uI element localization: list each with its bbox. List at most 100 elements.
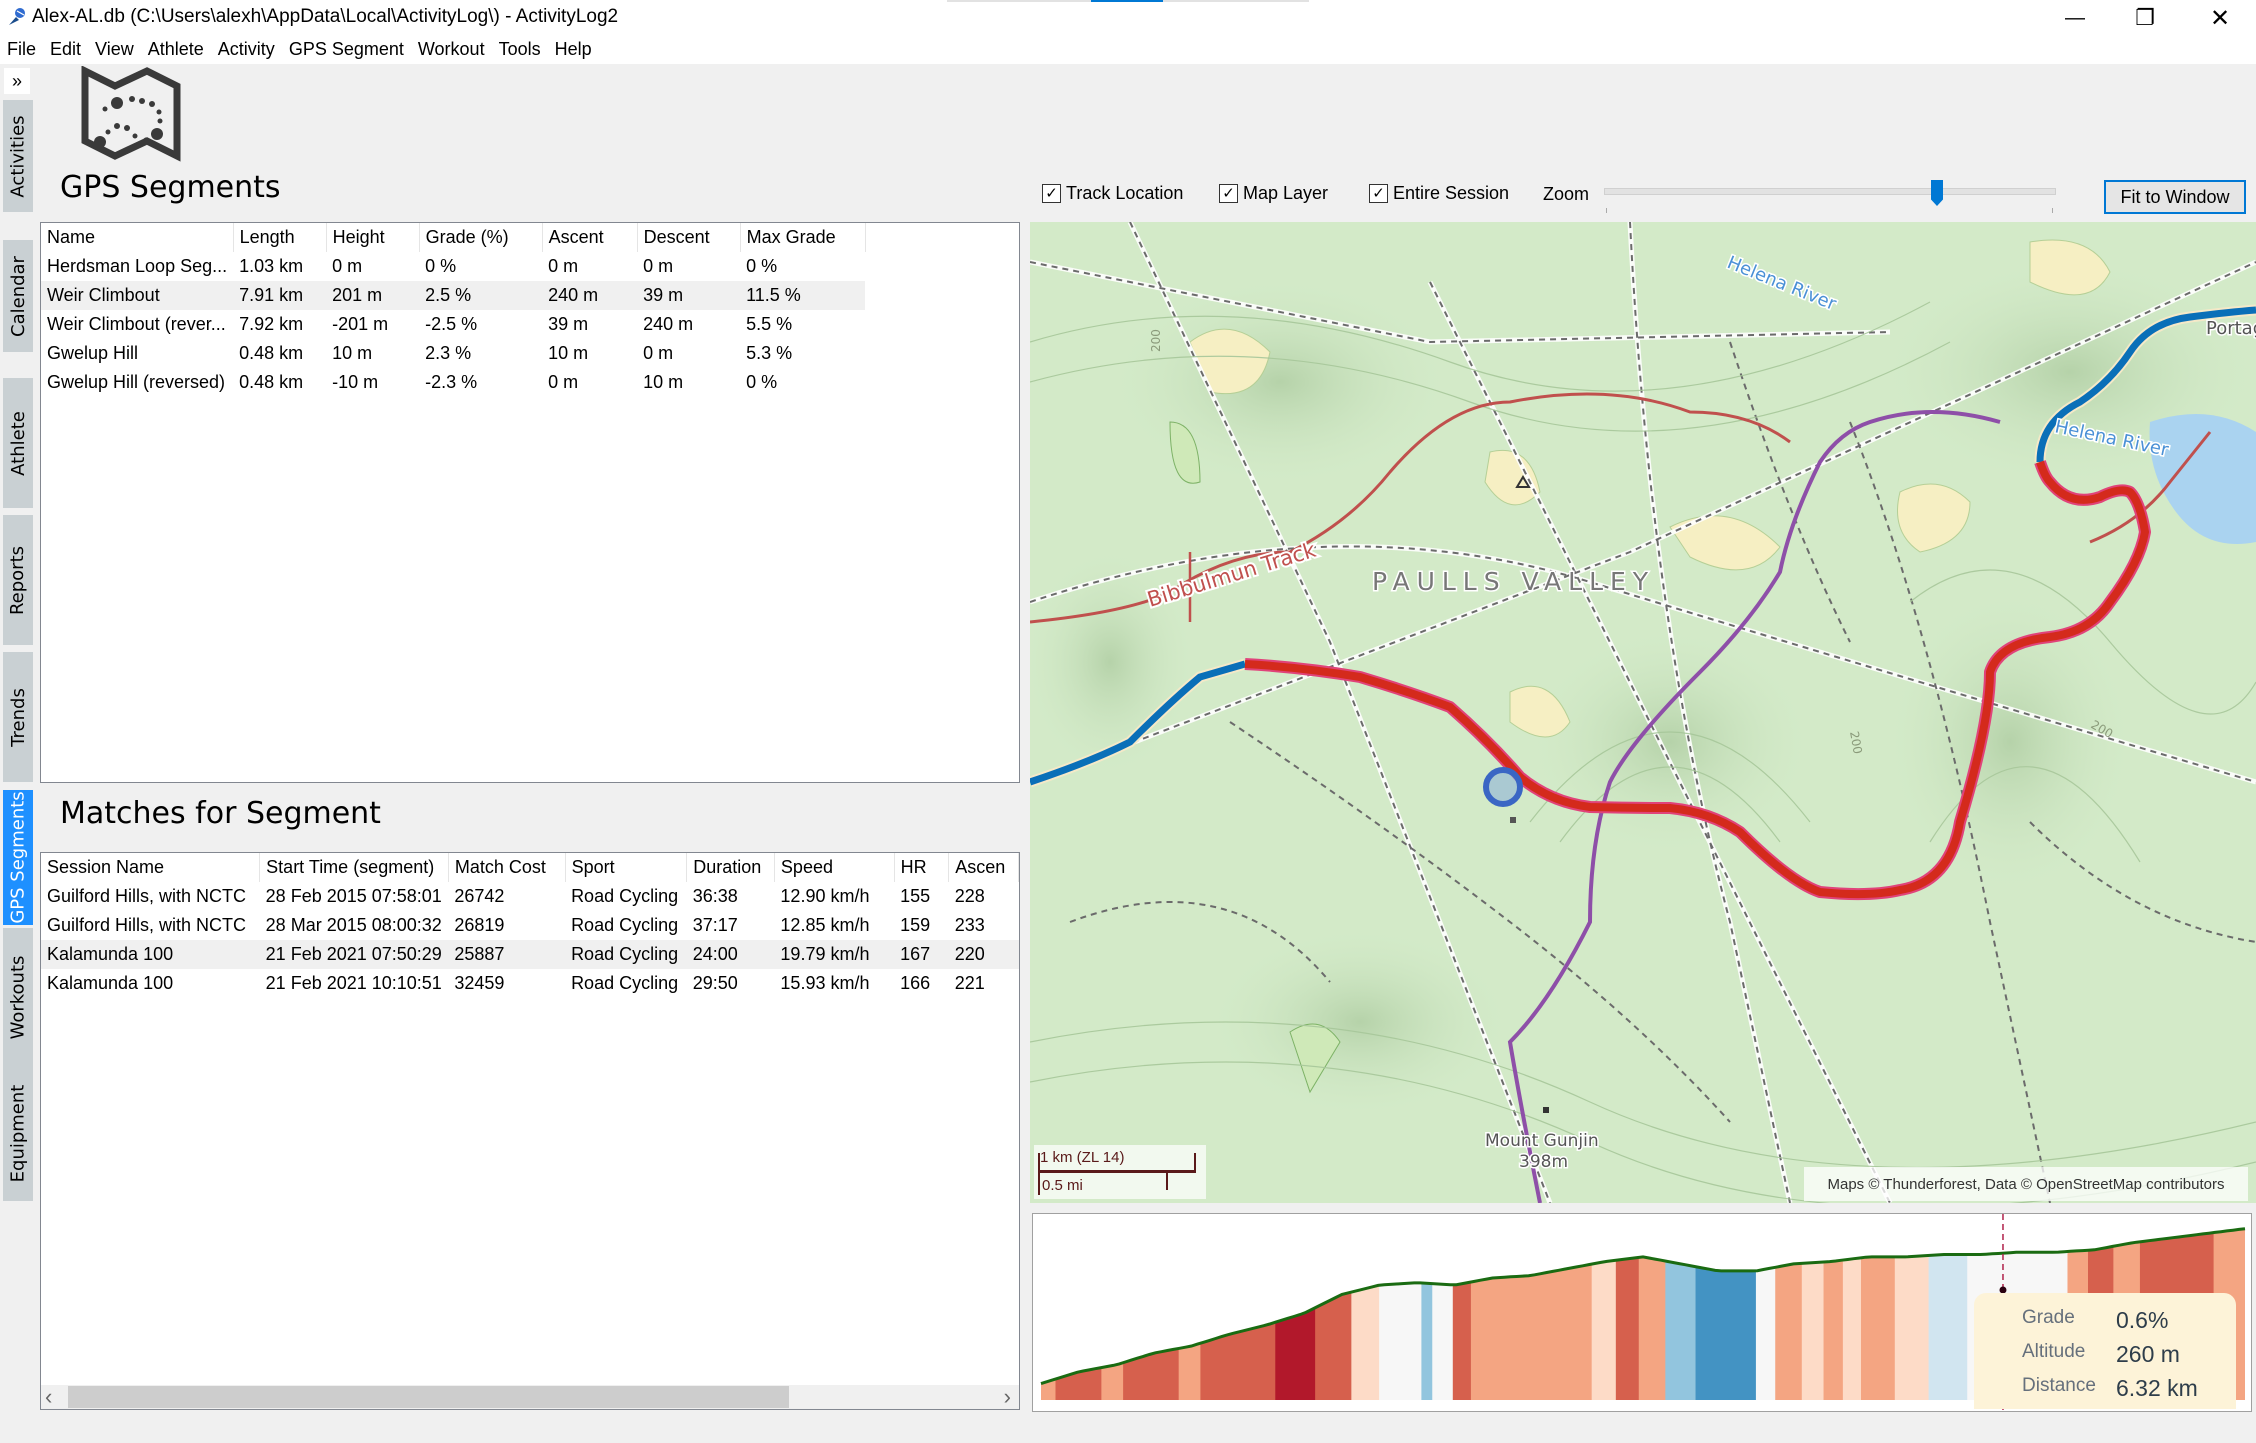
grade-label: Grade xyxy=(2022,1307,2075,1328)
table-cell: Guilford Hills, with NCTC xyxy=(47,886,247,906)
column-header[interactable]: Descent xyxy=(637,223,741,252)
table-row[interactable]: Weir Climbout 7.91 km 201 m 2.5 % 240 m 39 m1… xyxy=(41,281,866,310)
menu-view[interactable]: View xyxy=(88,36,141,64)
tab-calendar[interactable]: Calendar xyxy=(3,240,33,352)
map-attribution: Maps © Thunderforest, Data © OpenStreetM… xyxy=(1804,1167,2248,1201)
tab-trends[interactable]: Trends xyxy=(3,652,33,782)
app-icon xyxy=(9,8,25,25)
restore-button[interactable]: ❐ xyxy=(2110,0,2180,36)
table-row[interactable]: Kalamunda 100 21 Feb 2021 07:50:29 25887 Ro… xyxy=(41,940,1019,969)
table-cell: -201 m xyxy=(332,314,389,334)
table-cell: 2.3 % xyxy=(425,343,472,363)
zoom-slider-thumb[interactable] xyxy=(1931,180,1943,206)
menu-tools[interactable]: Tools xyxy=(492,36,548,64)
table-cell: Weir Climbout xyxy=(41,281,234,310)
tab-activities[interactable]: Activities xyxy=(3,100,33,212)
table-cell: 10 m xyxy=(643,372,684,392)
table-row[interactable]: Guilford Hills, with NCTC 28 Feb 2015 07:… xyxy=(41,882,1019,911)
column-header[interactable]: Speed xyxy=(774,853,895,882)
paulls-valley-label: PAULLS VALLEY xyxy=(1372,567,1655,596)
table-row[interactable]: Herdsman Loop Seg... 1.03 km 0 m 0 % 0 m 0 m 0… xyxy=(41,252,865,281)
tab-equipment[interactable]: Equipment xyxy=(3,1066,33,1201)
menu-help[interactable]: Help xyxy=(548,36,599,64)
table-cell: 32459 xyxy=(454,973,505,993)
table-row[interactable]: Gwelup Hill (reversed) 0.48 km -10 m -2.3 %… xyxy=(41,368,865,397)
table-cell: Herdsman Loop Seg... xyxy=(47,256,228,276)
tab-athlete[interactable]: Athlete xyxy=(3,378,33,508)
grade-value: 0.6% xyxy=(2116,1307,2169,1333)
grade-band xyxy=(1928,1228,1968,1400)
grade-band xyxy=(1695,1228,1757,1400)
table-cell: 36:38 xyxy=(692,886,738,906)
table-cell: 0 m xyxy=(643,256,674,276)
menu-bar: File Edit View Athlete Activity GPS Segm… xyxy=(0,36,2256,64)
table-cell: 19.79 km/h xyxy=(774,940,895,969)
matches-title: Matches for Segment xyxy=(60,796,381,831)
column-header[interactable]: Max Grade xyxy=(740,223,866,252)
menu-file[interactable]: File xyxy=(0,36,43,64)
menu-edit[interactable]: Edit xyxy=(43,36,88,64)
table-cell: -10 m xyxy=(332,372,379,392)
fit-to-window-button[interactable]: Fit to Window xyxy=(2104,180,2246,214)
grade-band xyxy=(1894,1228,1930,1400)
table-row[interactable]: Guilford Hills, with NCTC 28 Mar 2015 08:… xyxy=(41,911,1019,940)
horizontal-scrollbar[interactable]: ‹ › xyxy=(41,1385,1019,1409)
scroll-left-arrow[interactable]: ‹ xyxy=(45,1385,52,1409)
segments-table: Name Length Height Grade (%) Ascent Descent Ma… xyxy=(40,222,1020,783)
grade-band xyxy=(1860,1228,1896,1400)
column-header[interactable]: Start Time (segment) xyxy=(259,853,449,882)
map-scale: 1 km (ZL 14) 0.5 mi xyxy=(1034,1145,1206,1199)
table-cell: Kalamunda 100 xyxy=(47,973,174,993)
column-header[interactable]: Ascen xyxy=(948,853,1019,882)
grade-band xyxy=(1379,1228,1422,1400)
table-cell: 28 Feb 2015 07:58:01 xyxy=(265,886,442,906)
column-header[interactable]: Grade (%) xyxy=(419,223,543,252)
expand-sidebar-icon[interactable]: » xyxy=(4,68,30,94)
map-layer-checkbox[interactable]: ✓ Map Layer xyxy=(1219,183,1328,204)
menu-activity[interactable]: Activity xyxy=(211,36,282,64)
column-header[interactable]: Height xyxy=(326,223,420,252)
column-header[interactable]: HR xyxy=(894,853,950,882)
column-header[interactable]: Sport xyxy=(565,853,688,882)
table-cell: 5.5 % xyxy=(746,314,793,334)
grade-band xyxy=(1842,1228,1862,1400)
table-cell: 28 Mar 2015 08:00:32 xyxy=(265,915,442,935)
tab-reports[interactable]: Reports xyxy=(3,515,33,645)
table-row[interactable]: Gwelup Hill 0.48 km 10 m 2.3 % 10 m 0 m 5.3 % xyxy=(41,339,865,368)
table-row[interactable]: Kalamunda 100 21 Feb 2021 10:10:51 32459 Ro… xyxy=(41,969,1019,998)
column-header[interactable]: Session Name xyxy=(41,853,261,882)
table-cell: 228 xyxy=(954,886,985,906)
map-view[interactable]: Bibbulmun Track PAULLS VALLEY Helena Riv… xyxy=(1030,222,2256,1203)
menu-workout[interactable]: Workout xyxy=(411,36,492,64)
track-location-checkbox[interactable]: ✓ Track Location xyxy=(1042,183,1183,204)
table-cell: Gwelup Hill xyxy=(47,343,139,363)
column-header[interactable]: Name xyxy=(41,223,234,252)
table-row[interactable]: Weir Climbout (rever... 7.92 km -201 m -2.5… xyxy=(41,310,865,339)
column-header[interactable]: Duration xyxy=(686,853,775,882)
column-header[interactable]: Match Cost xyxy=(448,853,566,882)
menu-gps-segment[interactable]: GPS Segment xyxy=(282,36,411,64)
scroll-right-arrow[interactable]: › xyxy=(1004,1385,1011,1409)
scrollbar-thumb[interactable] xyxy=(68,1386,789,1408)
grade-band xyxy=(1755,1228,1776,1400)
minimize-button[interactable]: — xyxy=(2040,0,2110,36)
column-header[interactable]: Length xyxy=(233,223,327,252)
grade-band xyxy=(1591,1228,1617,1400)
table-cell: Road Cycling xyxy=(571,886,679,906)
menu-athlete[interactable]: Athlete xyxy=(141,36,211,64)
table-cell: 0 m xyxy=(643,343,674,363)
tab-gps-segments[interactable]: GPS Segments xyxy=(3,790,33,925)
current-position-marker[interactable] xyxy=(1483,767,1523,807)
table-cell: 240 m xyxy=(542,281,638,310)
altitude-label: Altitude xyxy=(2022,1341,2086,1362)
table-cell: 21 Feb 2021 10:10:51 xyxy=(265,973,442,993)
grade-band xyxy=(1123,1228,1180,1400)
table-cell: 233 xyxy=(954,915,985,935)
entire-session-checkbox[interactable]: ✓ Entire Session xyxy=(1369,183,1509,204)
table-cell: 10 m xyxy=(332,343,373,363)
close-button[interactable]: ✕ xyxy=(2185,0,2255,36)
table-cell: 21 Feb 2021 07:50:29 xyxy=(259,940,449,969)
zoom-slider-track[interactable] xyxy=(1604,188,2056,195)
column-header[interactable]: Ascent xyxy=(542,223,638,252)
tab-workouts[interactable]: Workouts xyxy=(3,928,33,1066)
